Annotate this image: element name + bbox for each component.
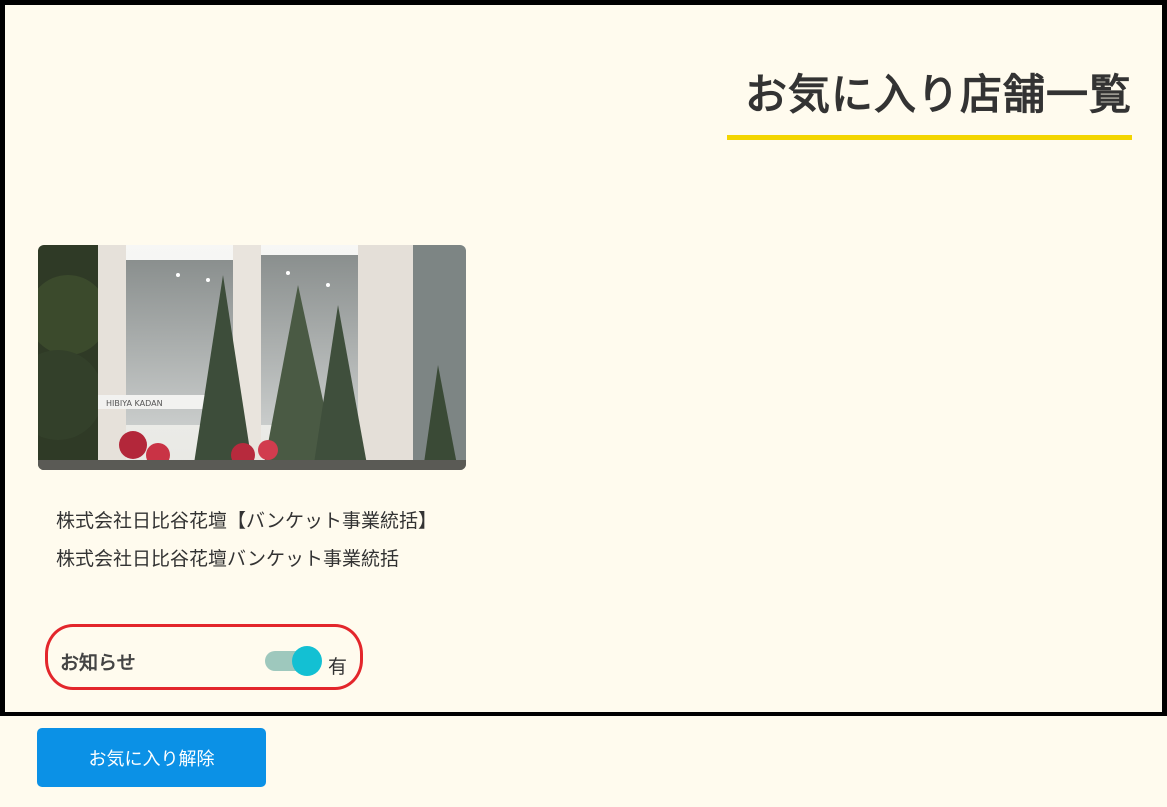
favorites-panel: お気に入り店舗一覧 HIBIYA KADAN 株式会社日比谷花壇【バンケット事業… bbox=[0, 0, 1167, 716]
remove-favorite-button[interactable]: お気に入り解除 bbox=[37, 728, 266, 787]
shop-sign-text: HIBIYA KADAN bbox=[106, 399, 163, 408]
shop-photo[interactable]: HIBIYA KADAN bbox=[38, 245, 466, 470]
title-underline bbox=[727, 135, 1132, 140]
favorite-shop-card: HIBIYA KADAN 株式会社日比谷花壇【バンケット事業統括】 株式会社日比… bbox=[20, 190, 470, 710]
notification-label: お知らせ bbox=[60, 652, 136, 674]
page-title: お気に入り店舗一覧 bbox=[744, 70, 1132, 119]
notification-toggle[interactable] bbox=[265, 645, 322, 676]
shop-photo-image: HIBIYA KADAN bbox=[38, 245, 466, 470]
toggle-knob bbox=[292, 646, 322, 676]
shop-name[interactable]: 株式会社日比谷花壇【バンケット事業統括】 株式会社日比谷花壇バンケット事業統括 bbox=[56, 502, 451, 578]
notification-state-text: 有 bbox=[328, 656, 348, 678]
